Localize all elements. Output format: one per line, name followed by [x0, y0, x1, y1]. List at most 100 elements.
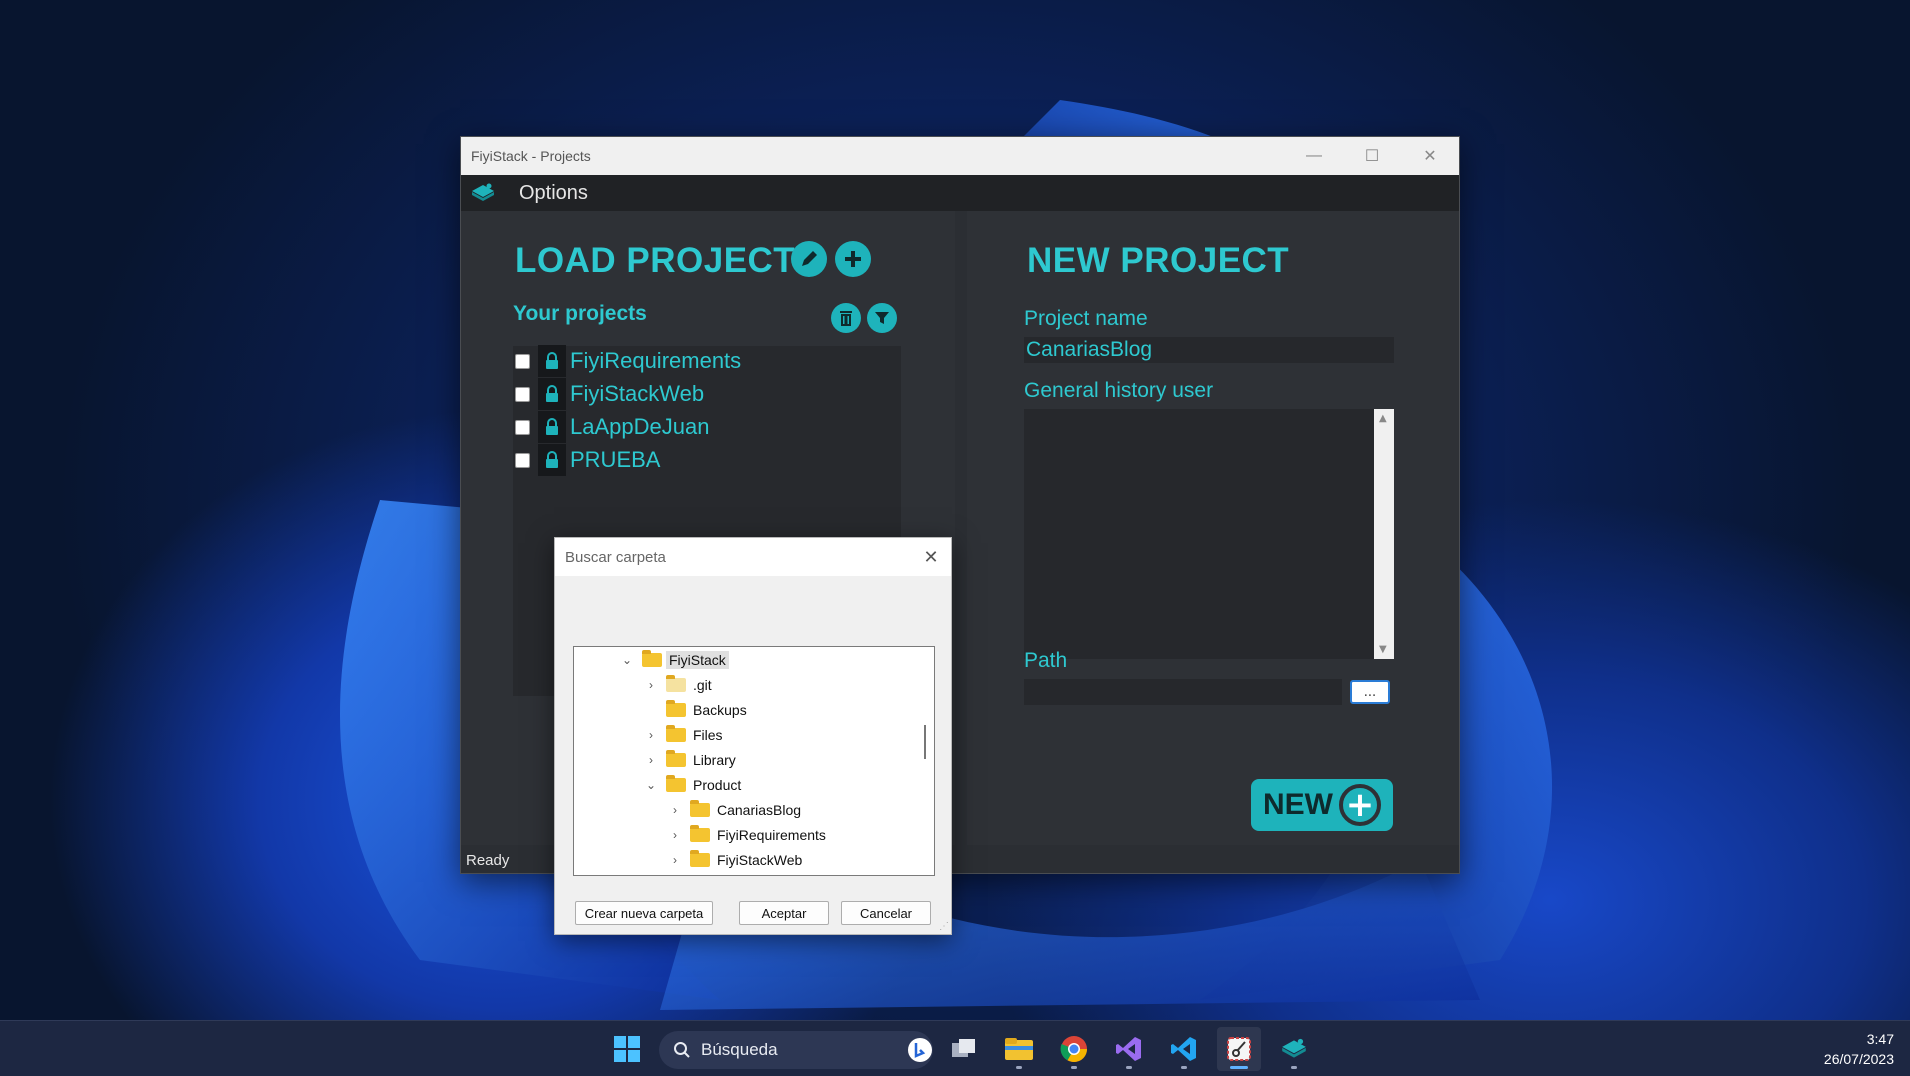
your-projects-label: Your projects [513, 302, 647, 325]
history-label: General history user [1024, 379, 1214, 402]
folder-tree[interactable]: ⌄ FiyiStack › .git Backups › Files › Lib… [573, 646, 935, 876]
project-name: LaAppDeJuan [570, 414, 710, 439]
tree-item-backups[interactable]: Backups [644, 698, 750, 722]
accept-button[interactable]: Aceptar [739, 901, 829, 925]
visual-studio-button[interactable] [1107, 1027, 1151, 1071]
project-checkbox[interactable] [515, 386, 530, 402]
folder-icon [666, 675, 686, 692]
bing-icon[interactable] [907, 1037, 933, 1063]
chevron-right-icon[interactable]: › [668, 803, 682, 817]
dialog-title: Buscar carpeta [565, 548, 666, 566]
active-indicator [1230, 1066, 1248, 1069]
resize-grip-icon[interactable]: ⋰ [939, 921, 949, 932]
maximize-button[interactable]: ☐ [1343, 137, 1401, 175]
chevron-right-icon[interactable]: › [668, 828, 682, 842]
project-item[interactable]: FiyiStackWeb [513, 378, 704, 410]
new-folder-button[interactable]: Crear nueva carpeta [575, 901, 713, 925]
search-icon [674, 1042, 690, 1058]
vscode-button[interactable] [1162, 1027, 1206, 1071]
chevron-right-icon[interactable]: › [644, 678, 658, 692]
add-project-button[interactable] [835, 241, 871, 277]
tree-item-product[interactable]: ⌄ Product [644, 773, 744, 797]
fiyistack-button[interactable] [1272, 1027, 1316, 1071]
taskbar-clock[interactable]: 3:47 26/07/2023 [1824, 1029, 1894, 1069]
task-view-button[interactable] [942, 1027, 986, 1071]
project-name-label: Project name [1024, 307, 1148, 330]
path-input[interactable] [1024, 679, 1342, 705]
chevron-right-icon[interactable]: › [644, 753, 658, 767]
chevron-right-icon[interactable]: › [644, 728, 658, 742]
options-menu[interactable]: Options [519, 182, 588, 205]
tree-item-fiyistack[interactable]: ⌄ FiyiStack [620, 648, 729, 672]
project-name-input[interactable]: CanariasBlog [1024, 337, 1394, 363]
project-checkbox[interactable] [515, 419, 530, 435]
fiyistack-icon [1282, 1038, 1306, 1058]
running-indicator [1071, 1066, 1077, 1069]
task-view-icon [952, 1039, 975, 1057]
history-scrollbar[interactable]: ▲ ▼ [1374, 409, 1394, 659]
cancel-button[interactable]: Cancelar [841, 901, 931, 925]
chevron-down-icon[interactable]: ⌄ [644, 778, 658, 792]
window-titlebar[interactable]: FiyiStack - Projects — ☐ ✕ [461, 137, 1459, 175]
new-project-button[interactable]: NEW + [1251, 779, 1393, 831]
project-item[interactable]: LaAppDeJuan [513, 411, 710, 443]
tree-item-label: FiyiStackWeb [717, 852, 803, 868]
search-placeholder: Búsqueda [701, 1040, 778, 1059]
project-checkbox[interactable] [515, 353, 530, 369]
lock-icon [538, 411, 566, 443]
tree-scroll-thumb[interactable] [924, 725, 926, 759]
start-button[interactable] [605, 1027, 649, 1071]
edit-project-button[interactable] [791, 241, 827, 277]
project-checkbox[interactable] [515, 452, 530, 468]
folder-icon [690, 850, 710, 867]
tree-item-label: CanariasBlog [717, 802, 802, 818]
load-project-heading: LOAD PROJECT [515, 241, 796, 280]
status-text: Ready [466, 852, 510, 869]
plus-icon: + [1339, 784, 1381, 826]
scroll-up-icon[interactable]: ▲ [1379, 413, 1387, 424]
delete-project-button[interactable] [831, 303, 861, 333]
file-explorer-button[interactable] [997, 1027, 1041, 1071]
tree-item-label: Product [693, 777, 742, 793]
history-textarea[interactable]: ▲ ▼ [1024, 409, 1394, 659]
tree-item-git[interactable]: › .git [644, 673, 715, 697]
taskbar: Búsqueda 3:47 26/07/2023 [0, 1020, 1910, 1076]
running-indicator [1126, 1066, 1132, 1069]
browse-button[interactable]: ... [1350, 680, 1390, 704]
tree-item-fiyirequirements[interactable]: › FiyiRequirements [668, 823, 829, 847]
snipping-tool-button[interactable] [1217, 1027, 1261, 1071]
tree-item-files[interactable]: › Files [644, 723, 726, 747]
dialog-close-button[interactable]: ✕ [911, 547, 951, 568]
window-title: FiyiStack - Projects [471, 148, 591, 164]
project-name: FiyiRequirements [570, 348, 742, 373]
tree-scrollbar[interactable] [920, 647, 934, 875]
snipping-tool-icon [1227, 1037, 1251, 1061]
trash-icon [840, 311, 852, 326]
taskbar-search[interactable]: Búsqueda [659, 1031, 933, 1069]
tree-item-canariasblog[interactable]: › CanariasBlog [668, 798, 804, 822]
folder-icon [666, 700, 686, 717]
tree-item-label: .git [693, 677, 712, 693]
project-item[interactable]: PRUEBA [513, 444, 660, 476]
tree-item-label: Library [693, 752, 736, 768]
chevron-right-icon[interactable]: › [668, 853, 682, 867]
folder-icon [666, 775, 686, 792]
tree-item-label: Backups [693, 702, 747, 718]
new-project-heading: NEW PROJECT [1027, 241, 1290, 280]
project-item[interactable]: FiyiRequirements [513, 345, 742, 377]
filter-projects-button[interactable] [867, 303, 897, 333]
tree-item-label: FiyiStack [666, 651, 729, 669]
tree-item-library[interactable]: › Library [644, 748, 739, 772]
visual-studio-icon [1116, 1037, 1141, 1061]
chrome-button[interactable] [1052, 1027, 1096, 1071]
tree-item-fiyistackweb[interactable]: › FiyiStackWeb [668, 848, 805, 872]
scroll-down-icon[interactable]: ▼ [1379, 644, 1387, 655]
minimize-button[interactable]: — [1285, 137, 1343, 175]
app-logo-icon [472, 183, 494, 201]
new-project-panel: NEW PROJECT Project name CanariasBlog Ge… [967, 211, 1459, 845]
close-button[interactable]: ✕ [1401, 137, 1459, 175]
file-explorer-icon [1005, 1038, 1033, 1060]
folder-icon [690, 800, 710, 817]
dialog-titlebar[interactable]: Buscar carpeta ✕ [555, 538, 951, 576]
chevron-down-icon[interactable]: ⌄ [620, 653, 634, 667]
